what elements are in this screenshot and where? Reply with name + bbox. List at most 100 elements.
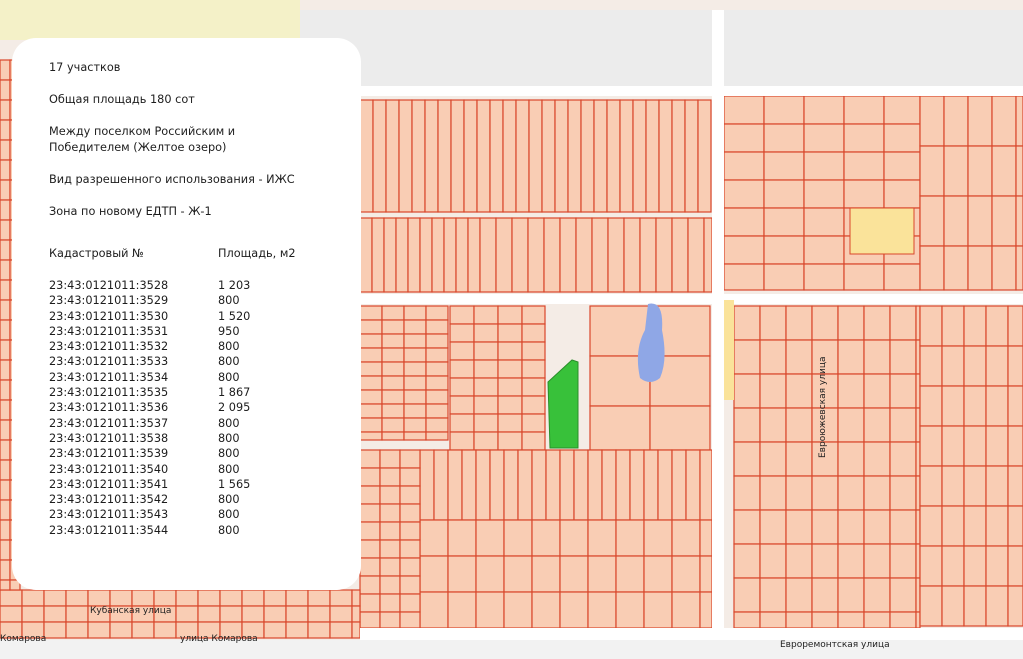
parcel-small	[0, 99, 11, 121]
parcel-small	[359, 389, 383, 405]
parcel-block	[889, 339, 917, 375]
parcel-small	[307, 621, 331, 639]
parcel-small	[285, 605, 309, 623]
parcel-small	[359, 417, 383, 433]
parcel-block	[943, 245, 969, 291]
parcel-small	[359, 347, 383, 363]
total-area: Общая площадь 180 сот	[49, 93, 195, 106]
parcel-small	[0, 79, 11, 101]
table-row: 23:43:0121011:3532 800	[49, 339, 343, 354]
parcel-block	[985, 305, 1009, 347]
parcel-block	[985, 585, 1009, 627]
parcel-block	[863, 305, 891, 341]
parcel-strip	[461, 449, 477, 521]
parcel-block	[447, 519, 477, 557]
map-top-field	[0, 0, 300, 40]
cadastral-number: 23:43:0121011:3543	[49, 508, 169, 522]
parcel-small	[425, 389, 449, 405]
parcel-block	[785, 475, 813, 511]
parcel-small	[425, 375, 449, 391]
parcel-small	[0, 159, 11, 181]
parcel-small	[0, 539, 11, 561]
parcel-block	[475, 555, 505, 593]
parcel-small	[131, 589, 155, 607]
parcel-block	[889, 577, 917, 613]
table-row: 23:43:0121011:3535 1 867	[49, 385, 343, 400]
parcel-small	[403, 347, 427, 363]
parcel-block	[919, 425, 943, 467]
parcel-small	[359, 403, 383, 419]
parcel-small	[497, 305, 523, 325]
parcel-block	[985, 385, 1009, 427]
parcel-block	[843, 179, 885, 209]
parcel-strip	[671, 217, 689, 293]
road-horizontal-middle	[360, 294, 1023, 304]
parcel-small	[0, 559, 11, 581]
parcel-small	[403, 305, 427, 321]
parcel-block	[759, 543, 787, 579]
parcel-small	[425, 417, 449, 433]
parcel-strip	[580, 99, 595, 213]
parcel-strip	[632, 99, 647, 213]
parcel-block	[447, 591, 477, 629]
parcel-small	[473, 305, 499, 325]
parcel-block	[811, 543, 839, 579]
parcel-area: 800	[218, 416, 240, 430]
parcel-block	[615, 519, 645, 557]
cadastral-number: 23:43:0121011:3541	[49, 477, 169, 491]
location-line-2: Победителем (Желтое озеро)	[49, 141, 227, 154]
parcel-small	[425, 347, 449, 363]
parcel-small	[359, 319, 383, 335]
parcel-block	[889, 373, 917, 409]
parcel-small	[381, 305, 405, 321]
parcel-small	[0, 479, 11, 501]
parcel-small	[399, 503, 421, 523]
parcel-block	[919, 505, 943, 547]
parcel-block	[559, 591, 589, 629]
parcel-strip	[431, 217, 445, 293]
parcel-small	[381, 389, 405, 405]
parcel-block	[863, 509, 891, 545]
parcel-block	[837, 373, 865, 409]
parcel-block	[1007, 585, 1023, 627]
parcel-small	[403, 375, 427, 391]
parcel-small	[0, 199, 11, 221]
parcel-small	[153, 589, 177, 607]
parcel-block	[759, 509, 787, 545]
parcel-small	[307, 589, 331, 607]
parcel-strip	[629, 449, 645, 521]
parcel-strip	[541, 99, 556, 213]
parcel-block	[1007, 505, 1023, 547]
parcel-small	[399, 575, 421, 595]
parcel-block	[889, 475, 917, 511]
parcel-small	[359, 503, 381, 523]
parcel-block	[643, 591, 673, 629]
parcel-block	[559, 555, 589, 593]
parcel-small	[329, 621, 353, 639]
parcel-strip	[407, 217, 421, 293]
parcel-strip	[643, 449, 659, 521]
parcel-block	[803, 207, 845, 237]
parcel-strip	[699, 449, 713, 521]
parcel-small	[403, 431, 427, 441]
parcel-large	[649, 405, 711, 451]
parcel-block	[723, 179, 765, 209]
parcel-small	[379, 449, 401, 469]
parcel-block	[503, 519, 533, 557]
parcel-small	[449, 341, 475, 361]
parcel-strip	[450, 99, 465, 213]
cadastral-number: 23:43:0121011:3537	[49, 416, 169, 430]
parcel-strip	[671, 99, 686, 213]
cadastral-number: 23:43:0121011:3529	[49, 294, 169, 308]
parcel-strip	[395, 217, 409, 293]
parcel-block	[883, 263, 921, 291]
parcel-small	[109, 589, 133, 607]
parcel-strip	[587, 449, 603, 521]
parcel-small	[473, 341, 499, 361]
parcel-small	[0, 299, 11, 321]
cadastral-number: 23:43:0121011:3528	[49, 279, 169, 292]
parcel-small	[0, 399, 11, 421]
parcel-block	[863, 407, 891, 443]
parcel-block	[919, 245, 945, 291]
parcel-area: 1 203	[218, 279, 251, 292]
